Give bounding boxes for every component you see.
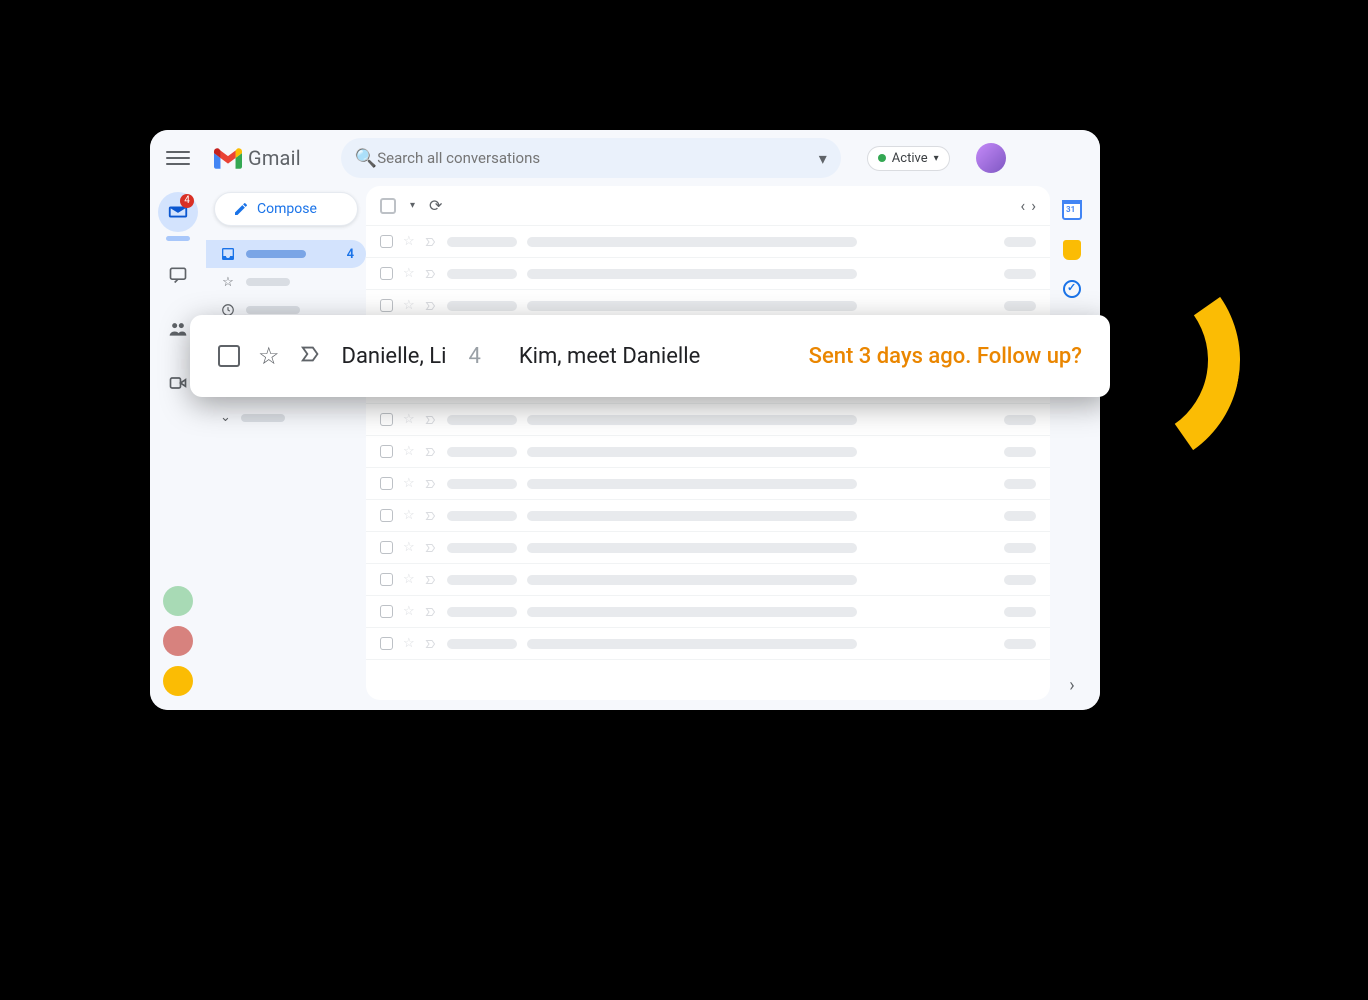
placeholder-label bbox=[246, 278, 290, 286]
email-thread-count: 4 bbox=[468, 344, 480, 369]
main-menu-button[interactable] bbox=[166, 146, 190, 170]
rail-contacts bbox=[163, 586, 193, 696]
placeholder-label bbox=[246, 250, 306, 258]
search-icon: 🔍 bbox=[355, 148, 377, 169]
message-row[interactable]: ☆ bbox=[366, 436, 1050, 468]
rail-chat[interactable] bbox=[158, 255, 198, 295]
inbox-icon bbox=[220, 246, 236, 262]
important-icon bbox=[425, 478, 437, 490]
chevron-down-icon: ⌄ bbox=[220, 410, 231, 425]
message-row[interactable]: ☆ bbox=[366, 628, 1050, 660]
contact-avatar[interactable] bbox=[163, 666, 193, 696]
email-subject: Kim, meet Danielle bbox=[519, 344, 700, 369]
side-panel-collapse-icon[interactable]: › bbox=[1069, 675, 1074, 696]
message-row[interactable]: ☆ bbox=[366, 404, 1050, 436]
important-icon bbox=[425, 300, 437, 312]
sidebar-item-starred[interactable]: ☆ bbox=[206, 268, 366, 296]
people-icon bbox=[168, 319, 188, 339]
compose-button[interactable]: Compose bbox=[214, 192, 358, 226]
refresh-icon[interactable]: ⟳ bbox=[429, 196, 442, 215]
account-avatar[interactable] bbox=[976, 143, 1006, 173]
placeholder-label bbox=[246, 306, 300, 314]
contact-avatar[interactable] bbox=[163, 586, 193, 616]
sidebar-more[interactable]: ⌄ bbox=[206, 404, 366, 431]
prev-page-icon[interactable]: ‹ bbox=[1020, 196, 1025, 215]
gmail-logo-icon bbox=[214, 147, 242, 169]
select-all-checkbox[interactable] bbox=[380, 198, 396, 214]
next-page-icon[interactable]: › bbox=[1031, 196, 1036, 215]
star-icon[interactable]: ☆ bbox=[258, 342, 280, 370]
message-row[interactable]: ☆ bbox=[366, 500, 1050, 532]
compose-label: Compose bbox=[257, 201, 317, 217]
email-checkbox[interactable] bbox=[218, 345, 240, 367]
tasks-app-icon[interactable] bbox=[1063, 280, 1081, 298]
contact-avatar[interactable] bbox=[163, 626, 193, 656]
message-row[interactable]: ☆ bbox=[366, 532, 1050, 564]
rail-mail-indicator bbox=[166, 236, 190, 241]
video-icon bbox=[168, 373, 188, 393]
inbox-count: 4 bbox=[347, 247, 354, 262]
important-icon bbox=[425, 574, 437, 586]
email-nudge: Sent 3 days ago. Follow up? bbox=[809, 344, 1082, 369]
star-icon: ☆ bbox=[220, 274, 236, 290]
brand[interactable]: Gmail bbox=[214, 146, 301, 170]
chat-icon bbox=[168, 265, 188, 285]
keep-app-icon[interactable] bbox=[1063, 240, 1081, 260]
left-rail: 4 bbox=[150, 186, 206, 710]
important-icon bbox=[425, 268, 437, 280]
list-toolbar: ▾ ⟳ ‹ › bbox=[366, 186, 1050, 226]
body-area: 4 Compose bbox=[150, 186, 1100, 710]
search-options-icon[interactable]: ▾ bbox=[819, 149, 827, 168]
content: ▾ ⟳ ‹ › ☆ ☆ ☆ ☆ ☆ ☆ ☆ ☆ bbox=[366, 186, 1100, 710]
chevron-down-icon: ▾ bbox=[934, 153, 939, 164]
side-apps-panel: › bbox=[1050, 186, 1094, 710]
topbar: Gmail 🔍 ▾ Active ▾ bbox=[150, 130, 1100, 186]
message-row[interactable]: ☆ bbox=[366, 226, 1050, 258]
important-icon bbox=[425, 510, 437, 522]
select-dropdown-icon[interactable]: ▾ bbox=[410, 200, 415, 211]
message-row[interactable]: ☆ bbox=[366, 564, 1050, 596]
status-label: Active bbox=[892, 151, 928, 166]
important-icon[interactable] bbox=[298, 343, 324, 369]
mail-badge: 4 bbox=[180, 194, 194, 208]
rail-mail[interactable]: 4 bbox=[158, 192, 198, 232]
message-row[interactable]: ☆ bbox=[366, 258, 1050, 290]
email-sender: Danielle, Li bbox=[342, 344, 447, 369]
message-row[interactable]: ☆ bbox=[366, 596, 1050, 628]
important-icon bbox=[425, 638, 437, 650]
message-row[interactable]: ☆ bbox=[366, 468, 1050, 500]
important-icon bbox=[425, 236, 437, 248]
important-icon bbox=[425, 542, 437, 554]
search-input[interactable] bbox=[377, 149, 815, 167]
status-dot-icon bbox=[878, 154, 886, 162]
ghost-rows: ☆ ☆ ☆ ☆ ☆ ☆ ☆ ☆ ☆ ☆ ☆ bbox=[366, 226, 1050, 700]
sidebar-item-inbox[interactable]: 4 bbox=[206, 240, 366, 268]
message-list: ▾ ⟳ ‹ › ☆ ☆ ☆ ☆ ☆ ☆ ☆ ☆ bbox=[366, 186, 1050, 700]
search-bar[interactable]: 🔍 ▾ bbox=[341, 138, 841, 178]
highlighted-email-row[interactable]: ☆ Danielle, Li 4 Kim, meet Danielle Sent… bbox=[190, 315, 1110, 397]
status-chip[interactable]: Active ▾ bbox=[867, 146, 950, 171]
calendar-app-icon[interactable] bbox=[1062, 200, 1082, 220]
sidebar: Compose 4 ☆ ⌄ bbox=[206, 186, 366, 710]
important-icon bbox=[425, 446, 437, 458]
brand-name: Gmail bbox=[248, 146, 301, 170]
important-icon bbox=[425, 414, 437, 426]
important-icon bbox=[425, 606, 437, 618]
placeholder-label bbox=[241, 414, 285, 422]
pencil-icon bbox=[233, 201, 249, 217]
gmail-window: Gmail 🔍 ▾ Active ▾ 4 bbox=[150, 130, 1100, 710]
